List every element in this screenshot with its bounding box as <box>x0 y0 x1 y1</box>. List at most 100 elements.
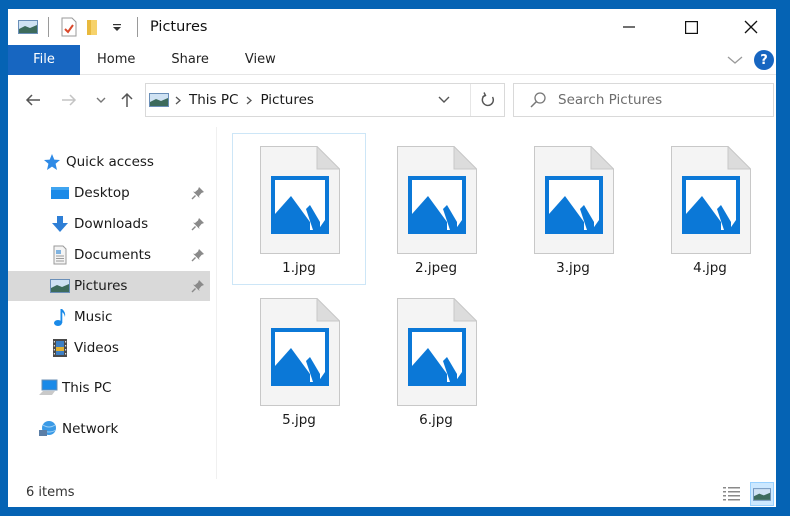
file-name: 1.jpg <box>282 260 316 276</box>
chevron-down-icon <box>438 96 450 103</box>
file-name: 4.jpg <box>693 260 727 276</box>
image-file-icon <box>260 298 340 406</box>
file-list: 1.jpg 2.jpeg 3.jpg 4.jpg 5.jpg 6.jpg <box>226 127 774 481</box>
address-bar[interactable]: This PC Pictures <box>145 83 505 117</box>
nav-item-network[interactable]: Network <box>8 414 210 444</box>
nav-item-label: Pictures <box>74 278 128 294</box>
refresh-icon <box>481 92 494 107</box>
search-icon <box>530 92 546 108</box>
toolbar-separator <box>137 17 138 37</box>
downloads-icon <box>50 214 70 234</box>
search-input[interactable] <box>558 92 748 108</box>
pin-icon[interactable] <box>190 185 206 201</box>
pictures-folder-icon[interactable] <box>16 15 40 39</box>
close-button[interactable] <box>728 9 774 45</box>
status-bar: 6 items <box>8 481 776 507</box>
tab-view[interactable]: View <box>227 45 294 75</box>
title-bar: Pictures <box>8 9 776 45</box>
search-box[interactable] <box>513 83 774 117</box>
window-controls <box>606 9 776 45</box>
item-count: 6 items <box>26 485 75 500</box>
file-name: 2.jpeg <box>414 260 458 276</box>
maximize-button[interactable] <box>668 9 714 45</box>
breadcrumb-pictures[interactable]: Pictures <box>258 92 315 108</box>
up-button[interactable] <box>116 89 138 111</box>
file-item[interactable]: 6.jpg <box>369 285 503 437</box>
tab-share[interactable]: Share <box>153 45 227 75</box>
toolbar-separator <box>48 17 49 37</box>
chevron-down-icon <box>96 97 106 103</box>
back-button[interactable] <box>22 89 44 111</box>
file-item[interactable]: 5.jpg <box>232 285 366 437</box>
file-item[interactable]: 3.jpg <box>506 133 640 285</box>
breadcrumb-separator-icon[interactable] <box>240 96 258 105</box>
breadcrumb-this-pc[interactable]: This PC <box>187 92 240 108</box>
nav-item-music[interactable]: Music <box>8 302 210 332</box>
refresh-button[interactable] <box>470 84 504 116</box>
music-icon <box>50 307 70 327</box>
breadcrumb-separator-icon[interactable] <box>169 96 187 105</box>
properties-icon[interactable] <box>57 15 81 39</box>
pane-divider[interactable] <box>216 127 217 479</box>
help-button[interactable]: ? <box>754 50 774 70</box>
ribbon-right: ? <box>724 45 776 75</box>
pictures-location-icon <box>149 93 169 107</box>
recent-locations-button[interactable] <box>90 89 112 111</box>
file-name: 3.jpg <box>556 260 590 276</box>
nav-item-label: Desktop <box>74 185 130 201</box>
forward-button[interactable] <box>58 89 80 111</box>
window-title: Pictures <box>150 19 208 35</box>
chevron-down-icon <box>727 56 743 64</box>
arrow-up-icon <box>121 92 133 107</box>
minimize-button[interactable] <box>606 9 652 45</box>
minimize-icon <box>623 26 635 28</box>
computer-icon <box>38 378 58 398</box>
maximize-icon <box>684 20 698 34</box>
tab-file[interactable]: File <box>8 44 80 75</box>
tab-home[interactable]: Home <box>80 45 153 75</box>
ribbon-tabs: File Home Share View ? <box>8 44 776 75</box>
nav-item-pictures[interactable]: Pictures <box>8 271 210 301</box>
navigation-pane: Quick access Desktop Downloads Documents <box>8 121 210 481</box>
nav-item-label: This PC <box>62 380 112 396</box>
file-name: 5.jpg <box>282 412 316 428</box>
desktop-icon <box>50 183 70 203</box>
image-file-icon <box>397 298 477 406</box>
details-view-icon <box>723 487 740 501</box>
customize-dropdown-icon[interactable] <box>105 15 129 39</box>
file-name: 6.jpg <box>419 412 453 428</box>
file-item[interactable]: 2.jpeg <box>369 133 503 285</box>
details-view-button[interactable] <box>720 482 744 506</box>
nav-item-quick-access[interactable]: Quick access <box>8 147 210 177</box>
pictures-icon <box>50 276 70 296</box>
expand-ribbon-button[interactable] <box>724 49 746 71</box>
navigation-bar: This PC Pictures <box>8 79 776 121</box>
pin-icon[interactable] <box>190 247 206 263</box>
nav-item-videos[interactable]: Videos <box>8 333 210 363</box>
image-file-icon <box>534 146 614 254</box>
arrow-left-icon <box>25 94 40 106</box>
nav-item-label: Quick access <box>66 154 154 170</box>
nav-item-label: Downloads <box>74 216 149 232</box>
pin-icon[interactable] <box>190 278 206 294</box>
nav-item-desktop[interactable]: Desktop <box>8 178 210 208</box>
large-icons-view-button[interactable] <box>750 482 774 506</box>
nav-item-documents[interactable]: Documents <box>8 240 210 270</box>
image-file-icon <box>260 146 340 254</box>
nav-item-label: Network <box>62 421 119 437</box>
file-item[interactable]: 1.jpg <box>232 133 366 285</box>
nav-item-downloads[interactable]: Downloads <box>8 209 210 239</box>
star-icon <box>42 152 62 172</box>
nav-item-label: Music <box>74 309 113 325</box>
documents-icon <box>50 245 70 265</box>
close-icon <box>744 20 758 34</box>
nav-item-label: Videos <box>74 340 119 356</box>
file-item[interactable]: 4.jpg <box>643 133 776 285</box>
address-history-dropdown[interactable] <box>431 84 457 116</box>
new-folder-icon[interactable] <box>81 15 105 39</box>
pin-icon[interactable] <box>190 216 206 232</box>
nav-item-label: Documents <box>74 247 151 263</box>
nav-item-this-pc[interactable]: This PC <box>8 373 210 403</box>
network-icon <box>38 419 58 439</box>
arrow-right-icon <box>62 94 77 106</box>
